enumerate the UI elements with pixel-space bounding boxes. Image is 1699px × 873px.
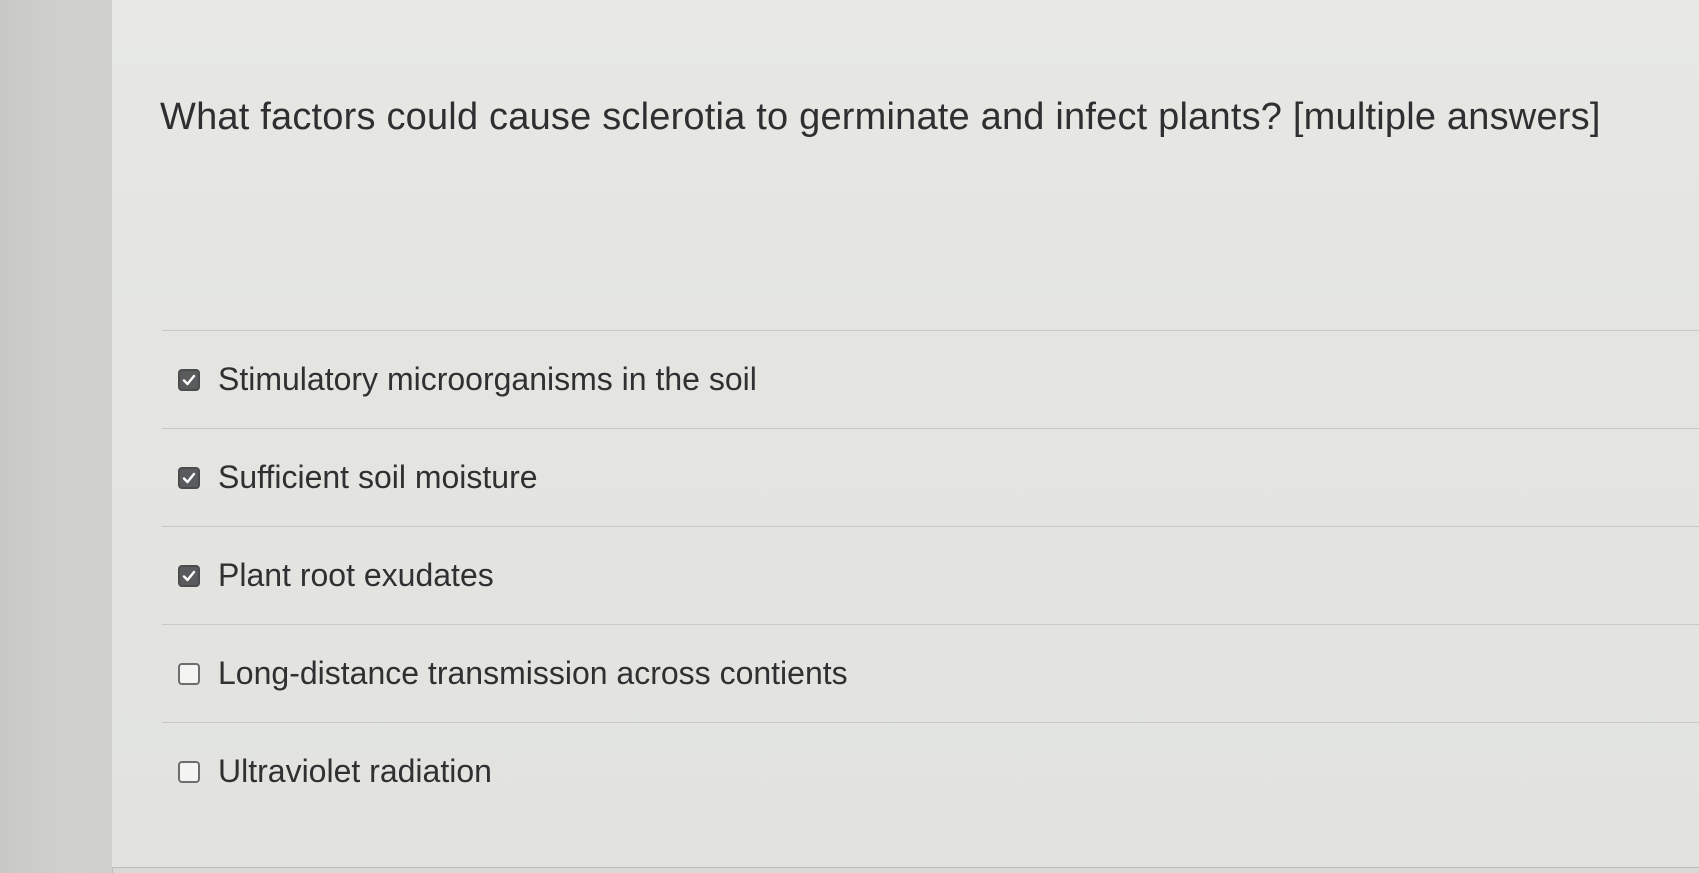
answer-label-5: Ultraviolet radiation [218, 753, 492, 789]
left-margin [0, 0, 113, 873]
answer-label-4: Long-distance transmission across contie… [218, 655, 848, 691]
answer-option-3[interactable]: Plant root exudates [162, 526, 1699, 624]
answer-option-5[interactable]: Ultraviolet radiation [162, 722, 1699, 820]
answer-option-1[interactable]: Stimulatory microorganisms in the soil [162, 330, 1699, 428]
checkmark-icon [182, 374, 196, 385]
answer-label-1: Stimulatory microorganisms in the soil [218, 361, 757, 397]
answer-label-2: Sufficient soil moisture [218, 459, 538, 495]
question-panel: What factors could cause sclerotia to ge… [112, 0, 1699, 868]
answer-label-3: Plant root exudates [218, 557, 494, 593]
answer-checkbox-1[interactable] [178, 368, 200, 391]
answer-list: Stimulatory microorganisms in the soil S… [162, 330, 1699, 820]
checkmark-icon [182, 472, 196, 483]
answer-option-4[interactable]: Long-distance transmission across contie… [162, 624, 1699, 722]
checkmark-icon [182, 570, 196, 581]
question-text: What factors could cause sclerotia to ge… [160, 96, 1601, 138]
answer-checkbox-5[interactable] [178, 760, 200, 783]
answer-checkbox-2[interactable] [178, 466, 200, 489]
answer-checkbox-3[interactable] [178, 564, 200, 587]
answer-checkbox-4[interactable] [178, 662, 200, 685]
answer-option-2[interactable]: Sufficient soil moisture [162, 428, 1699, 526]
